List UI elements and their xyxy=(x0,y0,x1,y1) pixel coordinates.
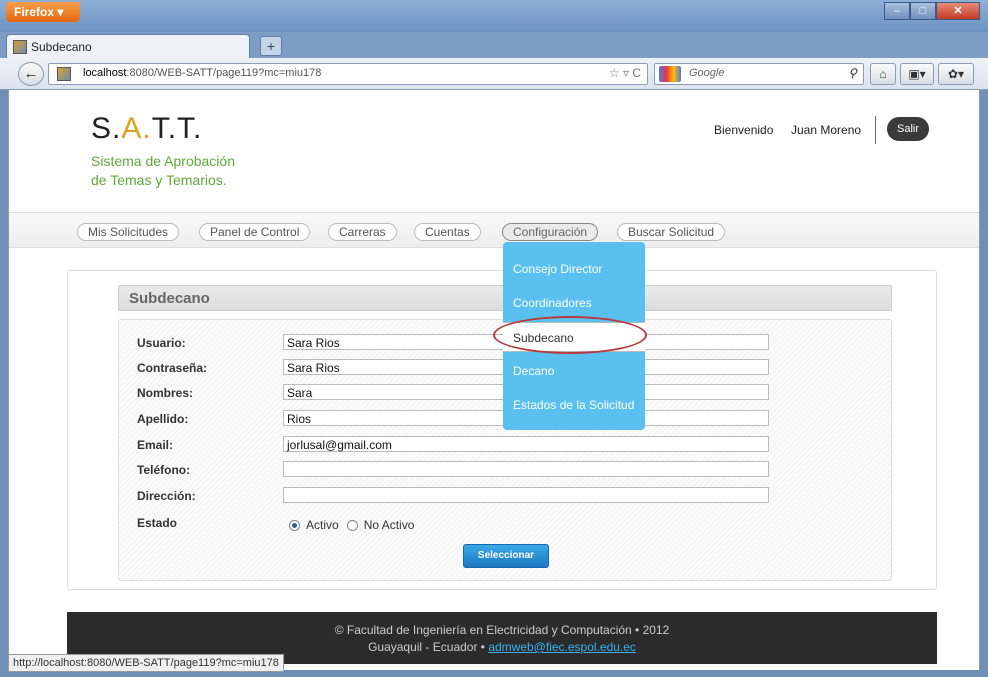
footer-line1: © Facultad de Ingeniería en Electricidad… xyxy=(334,623,670,637)
menu-cuentas[interactable]: Cuentas xyxy=(414,223,481,241)
radio-no-activo[interactable] xyxy=(346,519,358,531)
menu-configuracion[interactable]: Configuración xyxy=(502,223,599,241)
label-email: Email: xyxy=(137,438,174,452)
site-tagline: Sistema de Aprobación de Temas y Temario… xyxy=(91,152,291,190)
logo-tt: T.T. xyxy=(151,112,203,145)
menu-buscar-solicitud[interactable]: Buscar Solicitud xyxy=(617,223,726,241)
favicon-icon xyxy=(13,39,27,54)
tab-title: Subdecano xyxy=(31,39,92,54)
site-identity-icon xyxy=(57,67,71,81)
minimize-icon[interactable]: ‒ xyxy=(884,2,910,20)
tagline-line2: de Temas y Temarios. xyxy=(91,172,227,188)
seleccionar-button[interactable]: Seleccionar xyxy=(463,544,549,568)
label-usuario: Usuario: xyxy=(137,336,186,350)
welcome-text: Bienvenido xyxy=(714,123,774,137)
maximize-icon[interactable]: □ xyxy=(910,2,936,20)
user-name: Juan Moreno xyxy=(791,123,862,137)
radio-no-activo-label: No Activo xyxy=(363,518,415,532)
footer-email-link[interactable]: admweb@fiec.espol.edu.ec xyxy=(488,640,636,654)
highlight-annotation xyxy=(493,316,647,354)
url-path: :8080/WEB-SATT/page119?mc=miu178 xyxy=(126,67,322,79)
bookmarks-menu-icon[interactable]: ▣▾ xyxy=(900,63,934,85)
search-placeholder: Google xyxy=(689,67,725,79)
dropdown-consejo-director[interactable]: Consejo Director xyxy=(503,254,645,284)
tagline-line1: Sistema de Aprobación xyxy=(91,153,235,169)
navigation-bar: ← localhost:8080/WEB-SATT/page119?mc=miu… xyxy=(0,58,988,90)
url-bar[interactable]: localhost:8080/WEB-SATT/page119?mc=miu17… xyxy=(48,63,648,85)
browser-tab[interactable]: Subdecano xyxy=(6,34,250,58)
back-arrow-icon[interactable]: ← xyxy=(18,62,44,86)
logout-button[interactable]: Salir xyxy=(887,117,929,141)
page-viewport: S.A.T.T. Sistema de Aprobación de Temas … xyxy=(8,90,980,670)
content-panel: Subdecano Usuario: Sara Rios Contraseña:… xyxy=(67,270,937,590)
search-icon[interactable]: ⚲ xyxy=(848,66,857,80)
direccion-field[interactable] xyxy=(283,487,769,503)
logo-s: S. xyxy=(91,112,122,145)
window-controls: ‒ □ ✕ xyxy=(884,2,980,20)
home-icon[interactable]: ⌂ xyxy=(870,63,896,85)
dropdown-estados-solicitud[interactable]: Estados de la Solicitud xyxy=(503,390,645,420)
site-logo[interactable]: S.A.T.T. xyxy=(91,112,202,146)
label-nombres: Nombres: xyxy=(137,386,194,400)
bookmark-star-icon[interactable]: ☆ ▿ C xyxy=(609,66,641,80)
menu-carreras[interactable]: Carreras xyxy=(328,223,397,241)
header-divider xyxy=(875,116,876,144)
label-contrasena: Contraseña: xyxy=(137,361,208,375)
new-tab-button[interactable]: + xyxy=(260,36,282,56)
status-bar: http://localhost:8080/WEB-SATT/page119?m… xyxy=(8,654,284,672)
logo-a: A. xyxy=(121,112,152,145)
main-menu: Mis Solicitudes Panel de Control Carrera… xyxy=(9,212,979,248)
footer-location: Guayaquil - Ecuador • xyxy=(368,640,489,654)
label-estado: Estado xyxy=(137,516,178,530)
dropdown-decano[interactable]: Decano xyxy=(503,356,645,386)
firefox-menu-button[interactable]: Firefox ▾ xyxy=(6,2,80,22)
search-engine-icon[interactable] xyxy=(659,66,681,82)
telefono-field[interactable] xyxy=(283,461,769,477)
addon-menu-icon[interactable]: ✿▾ xyxy=(938,63,974,85)
firefox-menu-label: Firefox xyxy=(14,5,55,19)
label-telefono: Teléfono: xyxy=(137,463,191,477)
tab-strip: Subdecano + xyxy=(0,32,988,58)
menu-mis-solicitudes[interactable]: Mis Solicitudes xyxy=(77,223,180,241)
estado-radio-group: Activo No Activo xyxy=(283,518,414,532)
menu-panel-de-control[interactable]: Panel de Control xyxy=(199,223,311,241)
search-bar[interactable]: Google ⚲ xyxy=(654,63,864,85)
dropdown-coordinadores[interactable]: Coordinadores xyxy=(503,288,645,318)
radio-activo-label: Activo xyxy=(306,518,339,532)
radio-activo[interactable] xyxy=(289,519,300,531)
label-direccion: Dirección: xyxy=(137,489,196,503)
label-apellido: Apellido: xyxy=(137,412,189,426)
window-titlebar: Firefox ▾ ‒ □ ✕ xyxy=(0,0,988,32)
email-field[interactable]: jorlusal@gmail.com xyxy=(283,436,769,452)
url-host: localhost xyxy=(83,67,127,79)
close-icon[interactable]: ✕ xyxy=(936,2,980,20)
